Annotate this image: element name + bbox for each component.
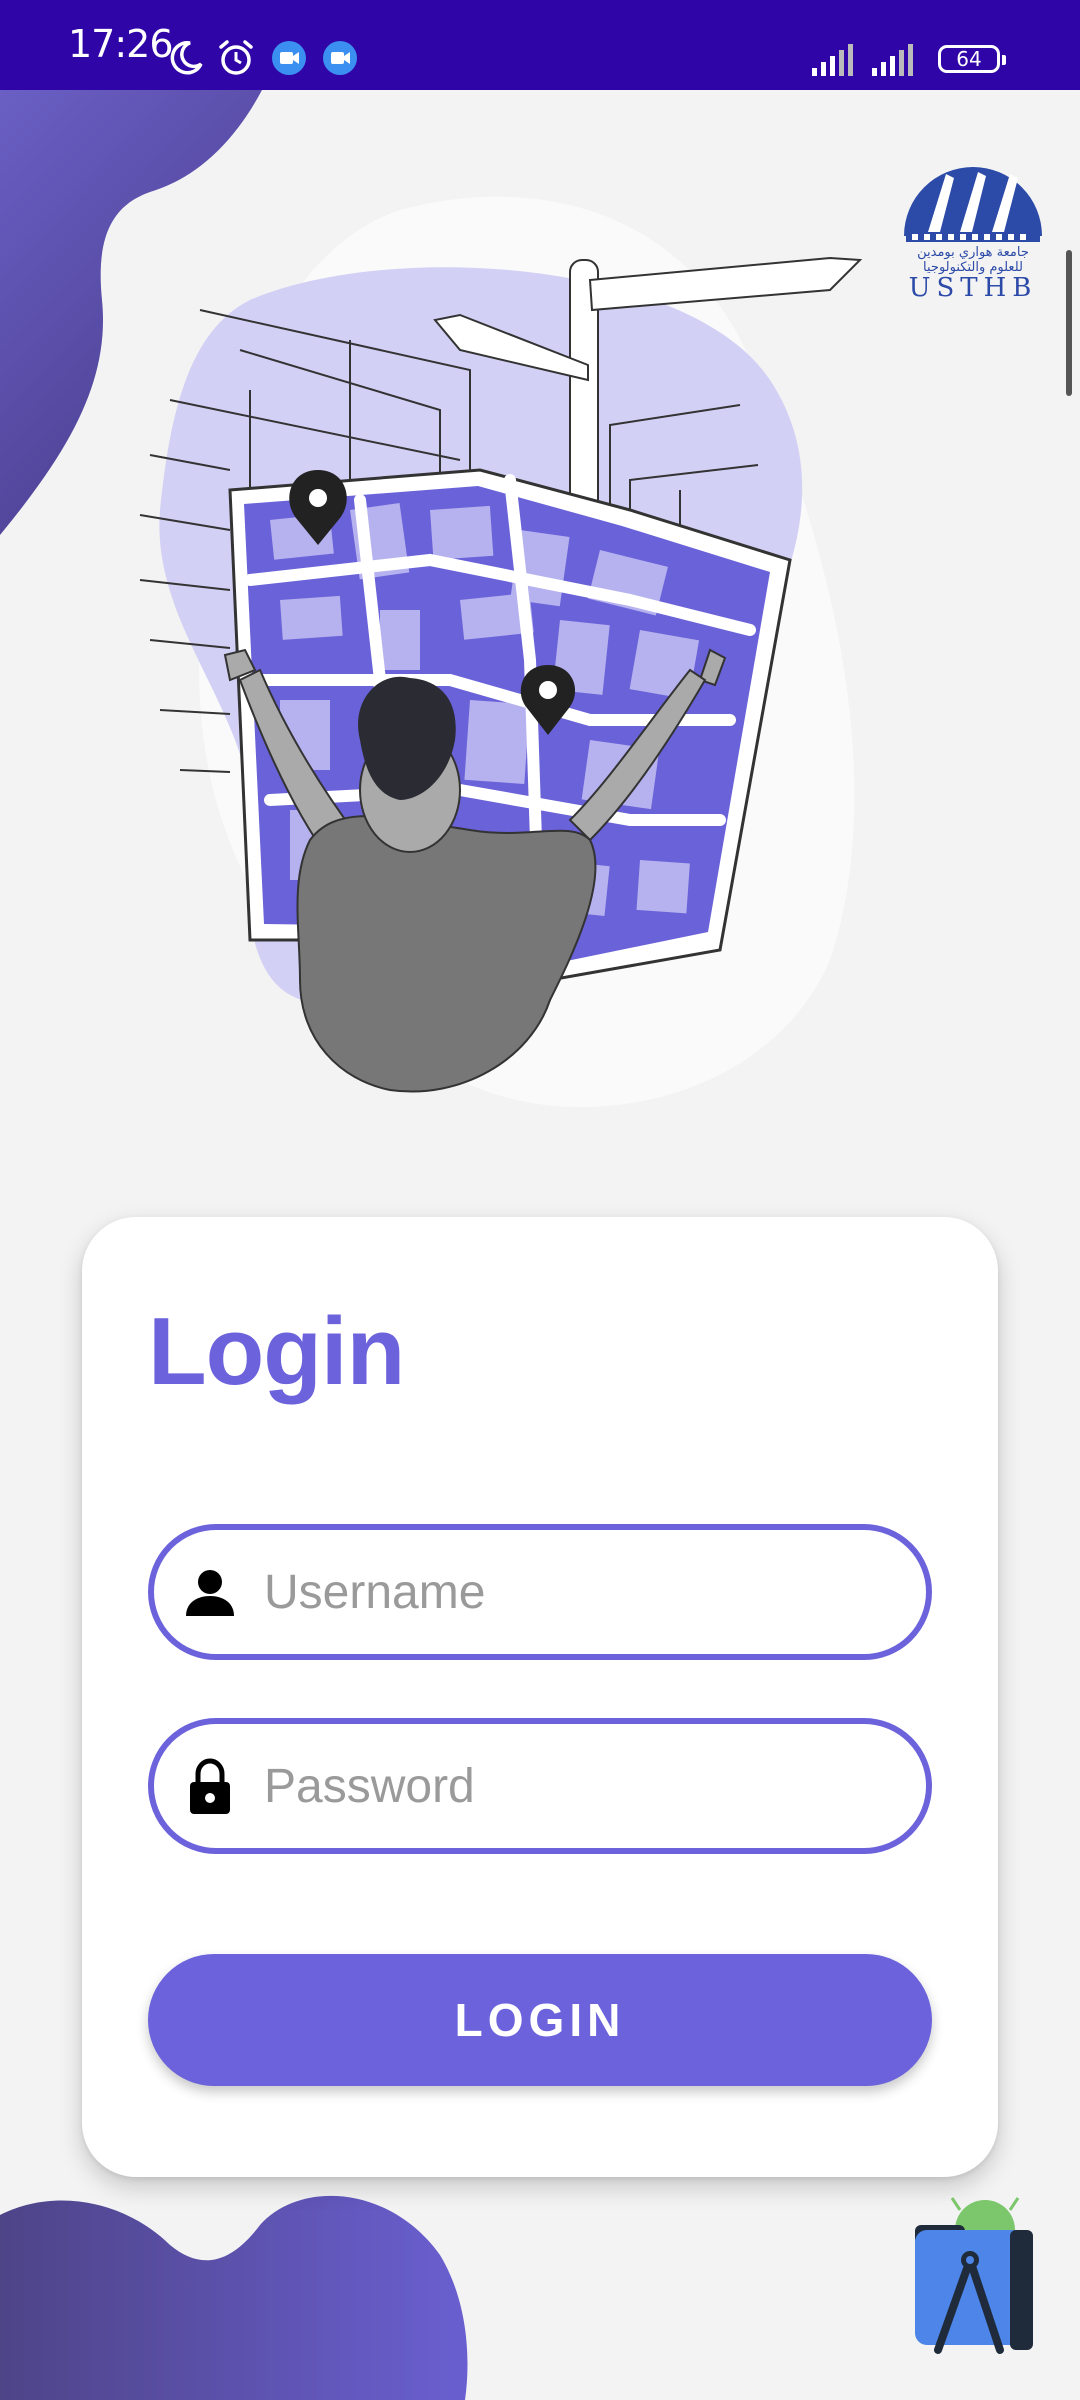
username-input[interactable] [262,1563,906,1621]
logo-arabic-line1: جامعة هواري بومدين [917,245,1029,260]
signal-icon [872,44,913,76]
android-studio-icon [915,2197,1033,2354]
login-card: Login LOGIN [82,1217,998,2177]
page-title: Login [148,1298,405,1405]
battery-icon: 64 [938,45,1006,73]
video-call-icon [272,41,306,75]
signal-icon [812,44,853,76]
scrollbar[interactable] [1066,250,1072,396]
decorative-blob-bottom [0,2195,468,2400]
moon-icon [170,41,203,75]
battery-level: 64 [956,47,982,71]
alarm-icon [219,40,253,75]
video-call-icon [323,41,357,75]
password-input[interactable] [262,1757,906,1815]
person-icon [186,1570,234,1616]
username-field[interactable] [148,1524,932,1660]
status-time: 17:26 [68,22,174,66]
status-bar: 17:26 64 [0,0,1080,90]
map-illustration [139,196,863,1107]
password-field[interactable] [148,1718,932,1854]
login-button[interactable]: LOGIN [148,1954,932,2086]
lock-icon [190,1758,230,1814]
